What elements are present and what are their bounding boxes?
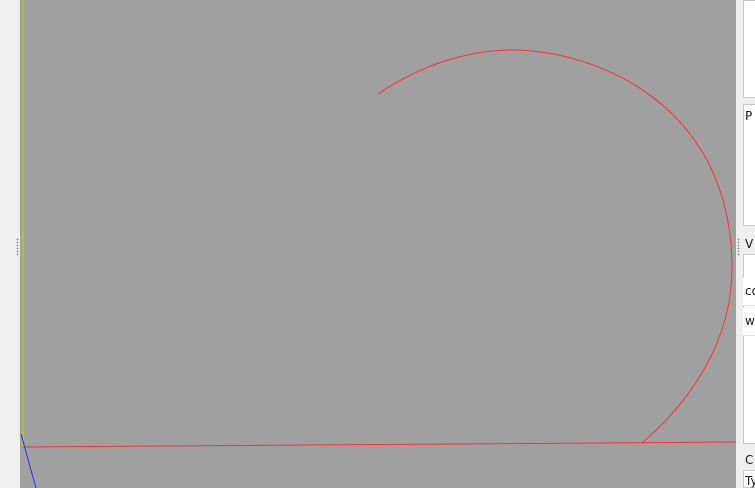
properties-header-label: P bbox=[745, 109, 753, 123]
left-dock-gutter bbox=[0, 0, 20, 488]
panel-top-box bbox=[743, 0, 755, 98]
splitter-handle-right[interactable] bbox=[737, 238, 740, 256]
app-window: P V co w C Ty bbox=[0, 0, 755, 488]
values-header-label: V bbox=[745, 237, 754, 251]
x-axis-line bbox=[22, 441, 736, 448]
z-axis-line bbox=[20, 433, 37, 488]
table-row[interactable]: co bbox=[743, 278, 755, 306]
bottom-section-label: C bbox=[745, 453, 754, 467]
table-row[interactable]: w bbox=[743, 308, 755, 336]
row-key: w bbox=[745, 314, 755, 328]
arc-curve[interactable] bbox=[377, 49, 733, 444]
viewport-canvas[interactable] bbox=[20, 0, 736, 488]
row-key: co bbox=[745, 284, 755, 298]
type-field-label: Ty bbox=[745, 474, 755, 488]
3d-viewport[interactable] bbox=[20, 0, 736, 488]
splitter-handle-left[interactable] bbox=[16, 238, 19, 256]
property-panel: P V co w C Ty bbox=[736, 0, 755, 488]
